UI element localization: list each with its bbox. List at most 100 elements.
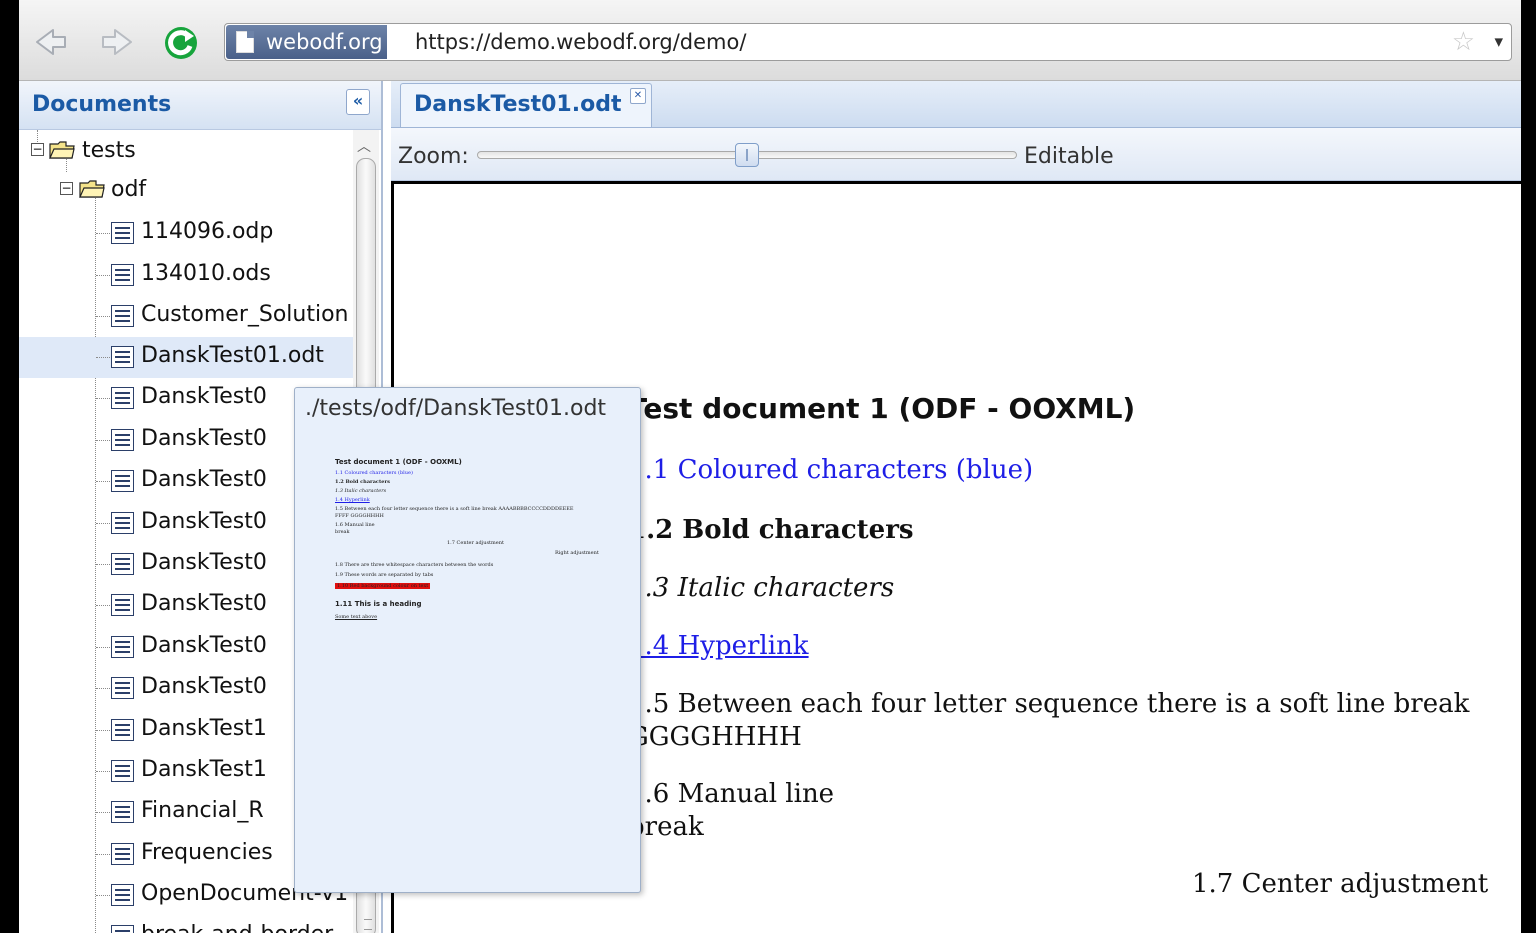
document-icon <box>111 925 134 933</box>
tree-file-customer-solution[interactable]: Customer_Solution <box>19 296 353 337</box>
document-icon <box>111 305 134 327</box>
document-icon <box>111 594 134 616</box>
thumb-line: 1.3 Italic characters <box>335 488 387 494</box>
tree-item-label: DanskTest0 <box>141 550 267 575</box>
document-icon <box>111 843 134 865</box>
thumb-line: 1.6 Manual line <box>335 522 375 528</box>
doc-soft-break-line1[interactable]: 1.5 Between each four letter sequence th… <box>628 689 1469 719</box>
document-icon <box>111 387 134 409</box>
thumb-line: 1.5 Between each four letter sequence th… <box>335 506 574 512</box>
site-identity-label: webodf.org <box>266 30 383 54</box>
folder-open-icon <box>79 180 105 198</box>
tree-item-label: odf <box>111 177 147 202</box>
document-preview-tooltip: ./tests/odf/DanskTest01.odt Test documen… <box>294 387 641 893</box>
editable-label: Editable <box>1024 144 1114 169</box>
browser-window: webodf.org https://demo.webodf.org/demo/… <box>19 0 1521 933</box>
address-bar[interactable]: webodf.org https://demo.webodf.org/demo/… <box>224 23 1512 61</box>
document-thumbnail: Test document 1 (ODF - OOXML) 1.1 Colour… <box>335 458 605 638</box>
reload-icon <box>165 27 197 59</box>
thumb-line: FFFF GGGGHHHH <box>335 513 384 519</box>
grip-icon <box>364 919 372 930</box>
tree-item-label: DanskTest0 <box>141 674 267 699</box>
tab-bar: DanskTest01.odt ✕ <box>391 81 1521 128</box>
tree-item-label: Financial_R <box>141 798 264 823</box>
thumb-line: 1.4 Hyperlink <box>335 497 370 503</box>
chevron-down-icon[interactable]: ▾ <box>1494 28 1503 56</box>
doc-coloured-text[interactable]: 1.1 Coloured characters (blue) <box>628 455 1033 485</box>
tree-file-114096-odp[interactable]: 114096.odp <box>19 213 353 254</box>
document-icon <box>111 884 134 906</box>
tree-item-label: break-and-border <box>141 922 333 933</box>
zoom-slider-handle[interactable] <box>735 143 759 167</box>
tree-item-label: DanskTest0 <box>141 591 267 616</box>
tree-item-label: DanskTest0 <box>141 633 267 658</box>
tree-item-label: DanskTest1 <box>141 757 267 782</box>
document-icon <box>111 222 134 244</box>
tree-item-label: DanskTest0 <box>141 467 267 492</box>
doc-italic-text[interactable]: 1.3 Italic characters <box>628 573 894 603</box>
back-button[interactable] <box>31 22 71 62</box>
document-icon <box>111 801 134 823</box>
doc-center-text[interactable]: 1.7 Center adjustment <box>1192 869 1488 899</box>
tree-item-label: 114096.odp <box>141 219 274 244</box>
url-text[interactable]: https://demo.webodf.org/demo/ <box>415 24 746 60</box>
zoom-toolbar: Zoom: Editable <box>391 128 1521 181</box>
doc-hyperlink[interactable]: 1.4 Hyperlink <box>628 631 809 661</box>
thumb-line: 1.7 Center adjustment <box>447 540 504 546</box>
doc-bold-text[interactable]: 1.2 Bold characters <box>628 515 914 545</box>
document-icon <box>111 677 134 699</box>
tree-item-label: Frequencies <box>141 840 273 865</box>
browser-toolbar: webodf.org https://demo.webodf.org/demo/… <box>19 0 1521 81</box>
tree-folder-tests[interactable]: − tests <box>19 132 353 173</box>
document-icon <box>111 512 134 534</box>
document-icon <box>111 760 134 782</box>
collapse-toggle-icon[interactable]: − <box>60 182 73 195</box>
thumb-line: break <box>335 529 350 535</box>
thumb-heading2: 1.11 This is a heading <box>335 600 422 608</box>
tree-folder-odf[interactable]: − odf <box>19 171 353 212</box>
tooltip-path: ./tests/odf/DanskTest01.odt <box>305 396 607 421</box>
site-identity-button[interactable]: webodf.org <box>226 25 387 59</box>
tree-item-label: Customer_Solution <box>141 302 349 327</box>
thumb-line: Some text above <box>335 614 378 620</box>
collapse-toggle-icon[interactable]: − <box>31 143 44 156</box>
documents-header: Documents « <box>19 81 381 130</box>
tab-dansktest01[interactable]: DanskTest01.odt ✕ <box>400 83 652 127</box>
document-icon <box>111 264 134 286</box>
folder-open-icon <box>49 141 75 159</box>
forward-button[interactable] <box>97 22 137 62</box>
scroll-up-icon[interactable]: ︿ <box>357 136 371 156</box>
thumb-line: 1.8 There are three whitespace character… <box>335 562 494 568</box>
tree-file[interactable]: break-and-border <box>19 916 353 933</box>
doc-manual-break-line1[interactable]: 1.6 Manual line <box>628 779 834 809</box>
tree-item-label: DanskTest0 <box>141 384 267 409</box>
tree-item-label: DanskTest1 <box>141 716 267 741</box>
tree-file-134010-ods[interactable]: 134010.ods <box>19 255 353 296</box>
thumb-line: Right adjustment <box>555 550 599 556</box>
close-icon[interactable]: ✕ <box>630 88 646 104</box>
thumb-heading: Test document 1 (ODF - OOXML) <box>335 458 462 466</box>
tree-item-label: DanskTest0 <box>141 426 267 451</box>
zoom-label: Zoom: <box>398 144 469 169</box>
reload-button[interactable] <box>161 22 201 62</box>
tree-item-label: tests <box>82 138 136 163</box>
collapse-pane-button[interactable]: « <box>346 89 370 115</box>
star-icon[interactable]: ☆ <box>1452 29 1475 55</box>
tree-item-label: DanskTest0 <box>141 509 267 534</box>
thumb-line: 1.9 These words are separated by tabs <box>335 572 434 578</box>
documents-title: Documents <box>32 92 172 117</box>
document-icon <box>111 346 134 368</box>
zoom-slider[interactable] <box>477 143 1017 167</box>
thumb-line-highlight: 1.10 Red background colour on text <box>335 583 431 589</box>
forward-arrow-icon <box>102 29 132 55</box>
thumb-line: 1.2 Bold characters <box>335 479 390 485</box>
document-icon <box>111 553 134 575</box>
document-icon <box>111 719 134 741</box>
tree-file-dansktest01-selected[interactable]: DanskTest01.odt <box>19 337 353 378</box>
document-icon <box>111 470 134 492</box>
doc-soft-break-line2[interactable]: GGGGHHHH <box>628 722 802 752</box>
back-arrow-icon <box>36 29 66 55</box>
tree-item-label: DanskTest01.odt <box>141 343 324 368</box>
tab-label: DanskTest01.odt <box>414 92 622 117</box>
doc-heading[interactable]: Test document 1 (ODF - OOXML) <box>628 392 1135 425</box>
